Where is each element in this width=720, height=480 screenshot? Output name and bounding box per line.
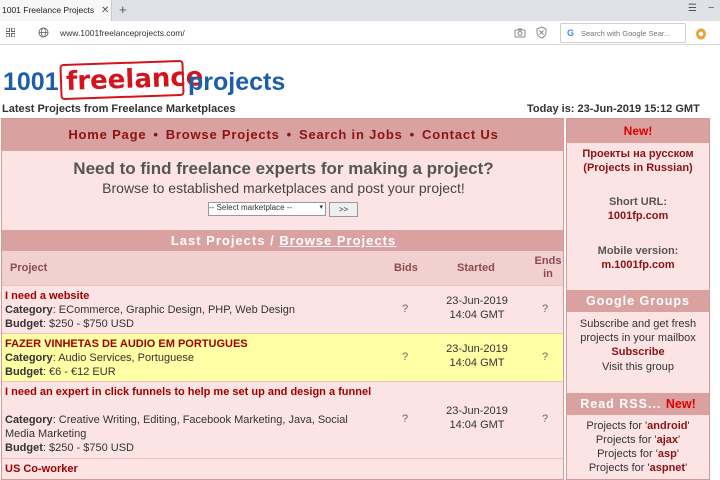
nav-home-link[interactable]: Home Page	[68, 127, 146, 142]
projects-header: Last Projects / Browse Projects	[2, 230, 563, 251]
address-bar: www.1001freelanceprojects.com/ G	[0, 21, 720, 45]
col-project: Project	[10, 262, 48, 274]
globe-icon	[38, 27, 49, 38]
project-budget: Budget: $250 - $750 USD	[5, 442, 135, 454]
table-row: I need an expert in click funnels to hel…	[2, 381, 563, 458]
rss-header: Read RSS... New!	[567, 393, 709, 415]
extension-icon[interactable]	[695, 26, 707, 40]
google-groups-text: Subscribe and get fresh projects in your…	[579, 318, 697, 344]
nav-links: Home Page • Browse Projects • Search in Jobs…	[68, 127, 499, 142]
rss-link[interactable]: Projects for 'ajax'	[567, 433, 709, 447]
browser-tab[interactable]: 1001 Freelance Projects ✕	[0, 0, 112, 21]
tab-menu-icon[interactable]: ☰	[688, 3, 697, 14]
project-title[interactable]: FAZER VINHETAS DE AUDIO EM PORTUGUES	[5, 337, 380, 351]
short-url-label: Short URL:	[608, 196, 668, 208]
project-bids: ?	[402, 303, 409, 315]
rss-link[interactable]: Projects for 'asp'	[567, 447, 709, 461]
rss-link[interactable]: Projects for 'aspnet'	[567, 461, 709, 475]
col-ends: Ends in	[534, 255, 562, 280]
project-started: 23-Jun-2019 14:04 GMT	[446, 405, 508, 431]
project-ends: ?	[542, 351, 549, 363]
project-started: 23-Jun-2019 14:04 GMT	[446, 295, 508, 321]
table-row: FAZER VINHETAS DE AUDIO EM PORTUGUES Cat…	[2, 333, 563, 381]
table-row: US Co-worker	[2, 458, 563, 479]
project-category: Category: ECommerce, Graphic Design, PHP…	[5, 304, 295, 316]
marketplace-select[interactable]: -- Select marketplace -- ▾	[208, 202, 326, 216]
col-bids: Bids	[394, 262, 418, 274]
mobile-version-label: Mobile version:	[597, 245, 679, 257]
main-nav: Home Page • Browse Projects • Search in Jobs…	[2, 119, 563, 151]
project-ends: ?	[542, 413, 549, 425]
russian-projects-link[interactable]: Проекты на русском (Projects in Russian)	[567, 147, 709, 175]
close-tab-icon[interactable]: ✕	[101, 0, 109, 21]
marketplace-select-value: -- Select marketplace --	[209, 203, 293, 212]
table-row: I need a website Category: ECommerce, Gr…	[2, 285, 563, 333]
logo-freelance: freelance	[65, 62, 204, 97]
logo-number: 1001	[3, 68, 59, 96]
rss-new-badge: New!	[665, 397, 696, 411]
logo-projects: projects	[188, 68, 286, 96]
table-header: Project Bids Started Ends in	[2, 251, 563, 285]
col-started: Started	[457, 262, 495, 274]
today-date: Today is: 23-Jun-2019 15:12 GMT	[527, 103, 700, 115]
new-tab-icon[interactable]: +	[119, 0, 127, 20]
main-panel: Home Page • Browse Projects • Search in Jobs…	[1, 118, 564, 480]
project-budget: Budget: €6 - €12 EUR	[5, 366, 116, 378]
visit-group-link[interactable]: Visit this group	[567, 360, 709, 374]
project-bids: ?	[402, 351, 409, 363]
go-button[interactable]: >>	[329, 202, 358, 217]
nav-search-link[interactable]: Search in Jobs	[299, 127, 403, 142]
project-title[interactable]: I need a website	[5, 289, 380, 303]
nav-browse-link[interactable]: Browse Projects	[166, 127, 280, 142]
project-title[interactable]: I need an expert in click funnels to hel…	[5, 385, 380, 399]
shield-icon[interactable]	[536, 26, 547, 39]
url-field[interactable]: www.1001freelanceprojects.com/	[60, 21, 185, 45]
project-budget: Budget: $250 - $750 USD	[5, 318, 135, 330]
site-tagline: Latest Projects from Freelance Marketpla…	[2, 103, 236, 115]
google-groups-header: Google Groups	[567, 290, 709, 312]
logo-badge: freelance	[59, 59, 204, 101]
promo-subtitle: Browse to established marketplaces and p…	[102, 180, 465, 196]
tab-bar: 1001 Freelance Projects ✕ + ☰ −	[0, 0, 720, 21]
nav-contact-link[interactable]: Contact Us	[422, 127, 499, 142]
speed-dial-icon[interactable]	[6, 28, 15, 37]
subscribe-link[interactable]: Subscribe	[567, 345, 709, 359]
short-url-link[interactable]: 1001fp.com	[567, 209, 709, 223]
mobile-version-link[interactable]: m.1001fp.com	[567, 258, 709, 272]
project-title[interactable]: US Co-worker	[5, 462, 380, 476]
chevron-down-icon: ▾	[319, 204, 323, 211]
project-category: Category: Audio Services, Portuguese	[5, 352, 194, 364]
minimize-icon[interactable]: −	[708, 2, 714, 14]
sidebar-new-badge: New!	[567, 119, 709, 143]
google-search-box[interactable]: G	[560, 23, 686, 43]
browse-projects-link[interactable]: Browse Projects	[279, 233, 396, 248]
tab-title: 1001 Freelance Projects	[2, 5, 95, 15]
sidebar: New! Проекты на русском (Projects in Rus…	[566, 118, 710, 480]
project-bids: ?	[402, 413, 409, 425]
project-started: 23-Jun-2019 14:04 GMT	[446, 343, 508, 369]
project-category: Category: Creative Writing, Editing, Fac…	[5, 414, 348, 440]
camera-icon[interactable]	[514, 27, 526, 38]
project-ends: ?	[542, 303, 549, 315]
promo-title: Need to find freelance experts for makin…	[73, 159, 494, 178]
google-search-input[interactable]	[581, 26, 683, 40]
rss-link[interactable]: Projects for 'android'	[567, 419, 709, 433]
projects-header-label: Last Projects /	[170, 233, 275, 248]
google-icon: G	[567, 28, 575, 38]
